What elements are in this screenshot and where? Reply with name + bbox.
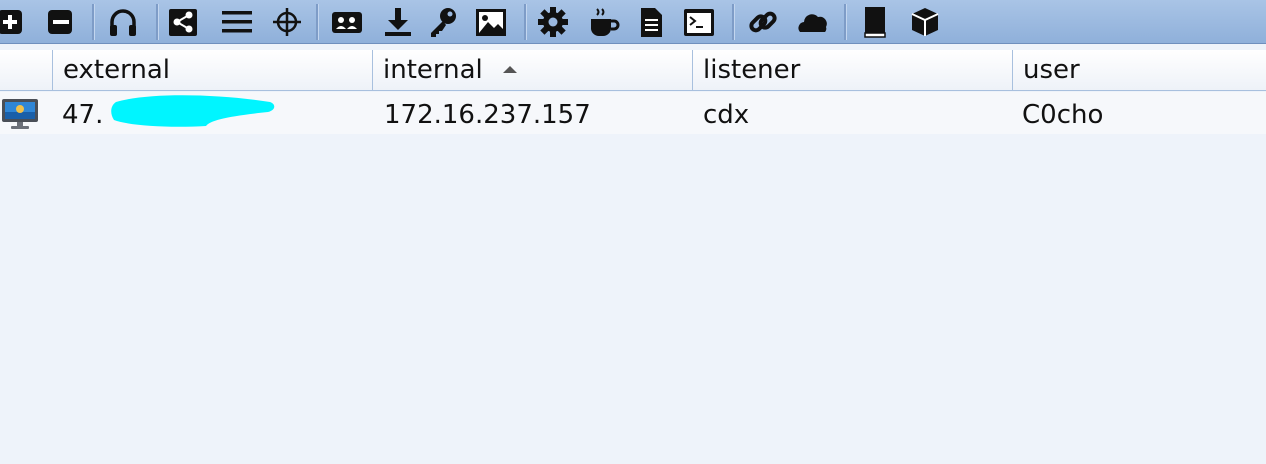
terminal-icon[interactable]	[682, 5, 716, 39]
column-header-user[interactable]: user	[1012, 50, 1266, 90]
column-header-label: internal	[383, 55, 483, 85]
link-icon[interactable]	[746, 5, 780, 39]
redaction-mark	[111, 95, 275, 127]
document-icon[interactable]	[634, 5, 668, 39]
id-card-icon[interactable]	[330, 5, 364, 39]
list-icon[interactable]	[220, 5, 254, 39]
header-icon-column[interactable]	[0, 50, 52, 90]
computer-icon	[0, 98, 40, 130]
column-header-label: external	[63, 55, 170, 85]
cloud-icon[interactable]	[796, 5, 830, 39]
sort-ascending-icon	[503, 66, 517, 73]
cell-user: C0cho	[1022, 100, 1104, 130]
column-header-label: user	[1023, 55, 1080, 85]
headphones-icon[interactable]	[106, 5, 140, 39]
coffee-icon[interactable]	[586, 5, 620, 39]
download-icon[interactable]	[381, 5, 415, 39]
column-header-external[interactable]: external	[52, 50, 372, 90]
cell-internal: 172.16.237.157	[384, 100, 591, 130]
toolbar-separator	[316, 4, 319, 40]
cube-icon[interactable]	[908, 5, 942, 39]
column-header-internal[interactable]: internal	[372, 50, 692, 90]
table-header: external internal listener user	[0, 50, 1266, 91]
book-icon[interactable]	[858, 5, 892, 39]
crosshair-icon[interactable]	[270, 5, 304, 39]
minus-icon[interactable]	[44, 5, 78, 39]
column-header-label: listener	[703, 55, 801, 85]
cell-external: 47.	[62, 100, 104, 130]
key-icon[interactable]	[426, 5, 460, 39]
image-icon[interactable]	[474, 5, 508, 39]
toolbar	[0, 0, 1266, 44]
toolbar-separator	[524, 4, 527, 40]
cell-listener: cdx	[703, 100, 750, 130]
toolbar-separator	[844, 4, 847, 40]
toolbar-separator	[732, 4, 735, 40]
share-icon[interactable]	[166, 5, 200, 39]
column-header-listener[interactable]: listener	[692, 50, 1012, 90]
toolbar-separator	[92, 4, 95, 40]
toolbar-separator	[156, 4, 159, 40]
plus-icon[interactable]	[0, 5, 28, 39]
gear-icon[interactable]	[536, 5, 570, 39]
